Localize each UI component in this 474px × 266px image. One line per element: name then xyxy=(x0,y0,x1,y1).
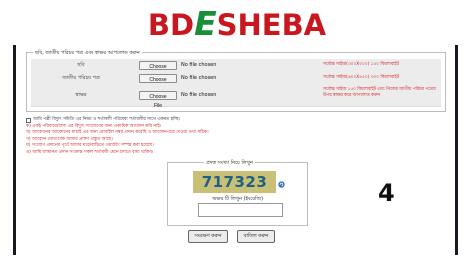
upload-label-photo: ছবি xyxy=(77,61,85,68)
captcha-legend: প্রদত্ত সংখ্যা নিচে লিখুন xyxy=(204,160,255,168)
upload-row-signature: স্বাক্ষর Choose File No file chosen সর্ব… xyxy=(31,85,441,109)
choose-file-photo-button[interactable]: Choose File xyxy=(139,61,177,79)
term-item: ঘ) সংযোগ প্রদানের পূর্বে আমার ঘরে/বাড়িত… xyxy=(26,143,154,149)
captcha-input[interactable] xyxy=(198,203,283,217)
upload-row-nid: জাতীয় পরিচয় পত্র Choose File No file c… xyxy=(31,72,441,92)
file-status-photo: No file chosen xyxy=(181,62,217,68)
term-item: ঙ) আমি জামানত প্রদান সংক্রান্ত সকল শর্তা… xyxy=(26,149,154,155)
file-status-nid: No file chosen xyxy=(181,75,217,81)
captcha-image: 717323 xyxy=(193,171,276,193)
agree-checkbox[interactable] xyxy=(26,117,31,123)
bdesheba-logo: BDESHEBA xyxy=(0,4,474,44)
choose-file-signature-button[interactable]: Choose File xyxy=(139,91,177,109)
save-button[interactable]: সংরক্ষণ করুন xyxy=(188,230,228,243)
refresh-icon[interactable] xyxy=(278,181,285,188)
upload-row-photo: ছবি Choose File No file chosen সর্বোচ্চ … xyxy=(31,59,441,79)
upload-legend: ছবি, জাতীয় পরিচয় পত্র এবং স্বাক্ষর আপল… xyxy=(33,50,142,58)
step-number: 4 xyxy=(378,179,395,207)
captcha-section: প্রদত্ত সংখ্যা নিচে লিখুন 717323 অক্ষর ট… xyxy=(167,160,308,226)
upload-label-signature: স্বাক্ষর xyxy=(75,91,87,98)
upload-section: ছবি, জাতীয় পরিচয় পত্র এবং স্বাক্ষর আপল… xyxy=(26,50,446,112)
agree-line: আমি পল্লী বিদ্যুৎ সমিতি এর নিয়ম ও শর্তা… xyxy=(26,117,356,124)
term-item: খ) আবেদনের আবেদনের যাচাই এর জন্য মোবাইল … xyxy=(26,130,209,136)
agree-text: আমি পল্লী বিদ্যুৎ সমিতি এর নিয়ম ও শর্তা… xyxy=(33,117,181,122)
cancel-button[interactable]: বাতিল করুন xyxy=(237,230,275,243)
terms-section: আমি পল্লী বিদ্যুৎ সমিতি এর নিয়ম ও শর্তা… xyxy=(26,117,356,157)
upload-note-nid: সর্বোচ্চ সাইজ(৬০০X৪৫০) ৩০০ কিলোবাইট xyxy=(323,75,399,80)
choose-file-nid-button[interactable]: Choose File xyxy=(139,74,177,92)
logo-part-sheba: SHEBA xyxy=(216,8,327,42)
upload-note-photo: সর্বোচ্চ সাইজ(৩০০X৩০০) ১৫০ কিলোবাইট xyxy=(323,62,399,67)
upload-note-signature: সর্বোচ্চ সাইজ ১৫০ কিলোবাইট এবং নিজের জাত… xyxy=(323,87,436,98)
upload-label-nid: জাতীয় পরিচয় পত্র xyxy=(62,74,100,81)
logo-part-e: E xyxy=(194,4,217,43)
file-status-signature: No file chosen xyxy=(181,92,217,98)
logo-part-bd: BD xyxy=(147,8,195,42)
